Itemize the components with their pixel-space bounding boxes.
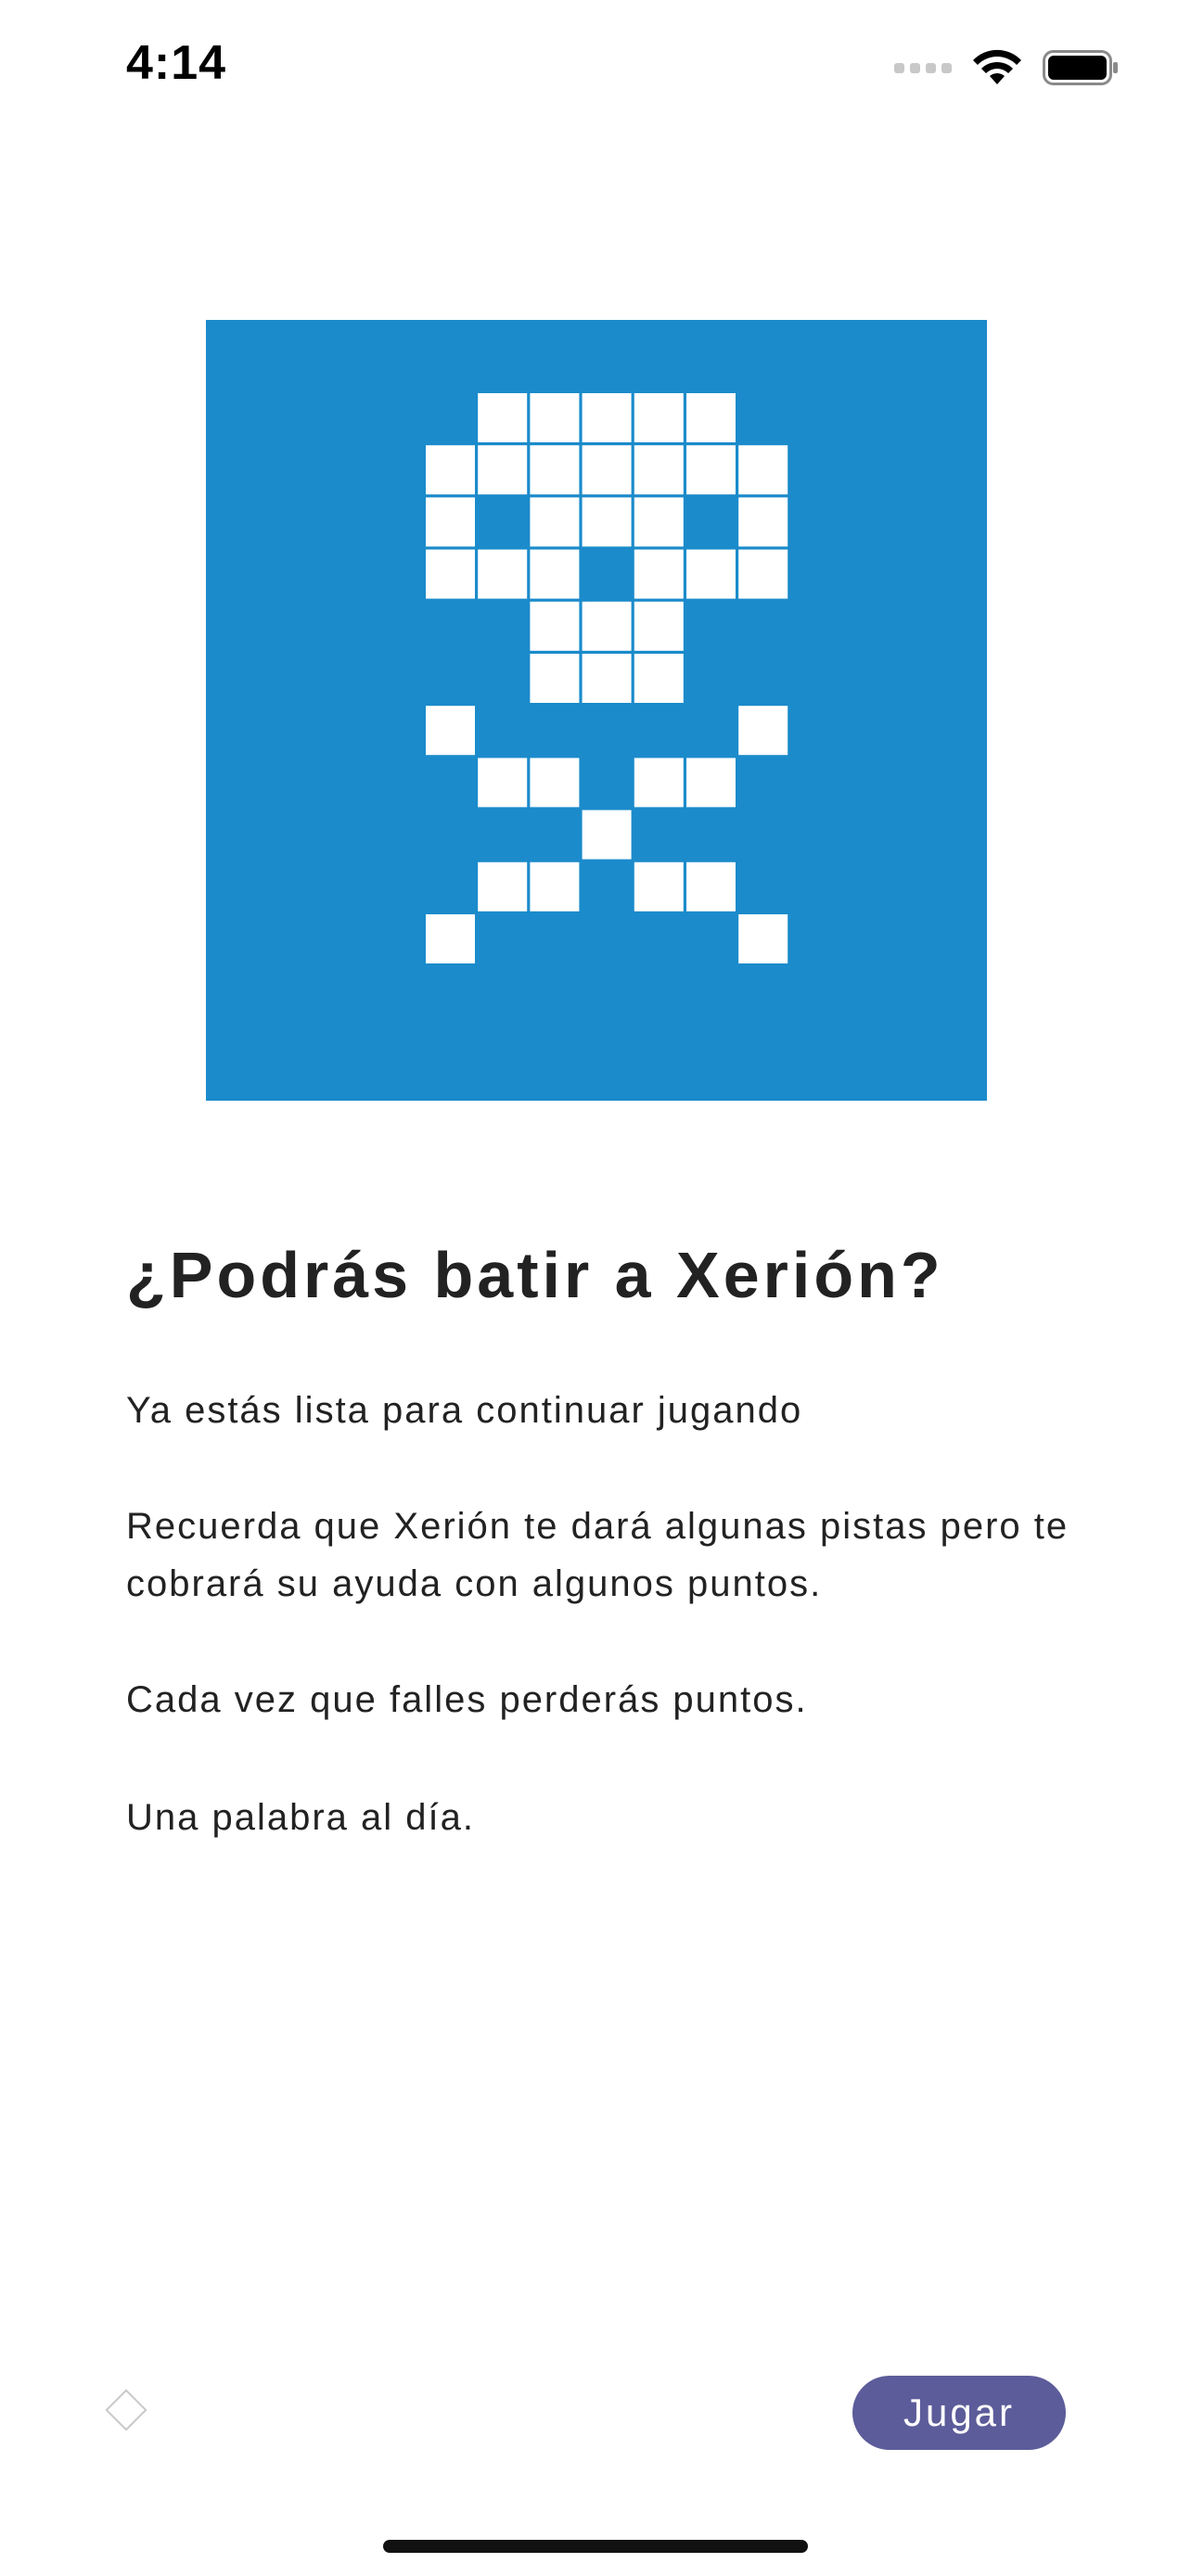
page-title: ¿Podrás batir a Xerión? — [126, 1239, 944, 1311]
skull-pixel — [634, 654, 684, 703]
status-bar: 4:14 — [0, 0, 1191, 139]
skull-pixel — [738, 445, 788, 495]
skull-pixel — [686, 861, 736, 912]
skull-pixel — [738, 914, 788, 963]
skull-pixel — [582, 601, 632, 651]
battery-icon — [1043, 50, 1118, 85]
skull-pixel — [582, 810, 632, 860]
skull-pixel — [478, 393, 528, 442]
skull-pixel — [582, 654, 632, 703]
skull-pixel — [478, 861, 528, 912]
skull-pixel — [530, 601, 580, 651]
skull-pixel — [530, 861, 580, 912]
skull-pixel — [478, 549, 528, 599]
skull-pixel — [478, 758, 528, 808]
skull-pixel — [738, 497, 788, 547]
skull-pixel — [478, 445, 528, 495]
skull-pixel — [530, 758, 580, 808]
skull-pixel — [634, 549, 684, 599]
status-time: 4:14 — [126, 36, 227, 90]
diamond-outline-icon[interactable] — [105, 2389, 147, 2431]
skull-pixel — [634, 758, 684, 808]
skull-pixel — [426, 549, 475, 599]
skull-pixel — [530, 654, 580, 703]
skull-pixel — [738, 549, 788, 599]
skull-pixel — [426, 706, 475, 756]
skull-pixel — [530, 445, 580, 495]
skull-pixel — [530, 549, 580, 599]
skull-pixel — [582, 497, 632, 547]
skull-pixel — [582, 445, 632, 495]
cellular-signal-icon — [894, 62, 952, 73]
skull-pixel — [686, 758, 736, 808]
skull-pixel — [634, 497, 684, 547]
skull-pixel — [634, 861, 684, 912]
skull-pixel — [634, 393, 684, 442]
skull-pixel — [686, 445, 736, 495]
intro-paragraph-hints: Recuerda que Xerión te dará algunas pist… — [126, 1506, 1069, 1604]
skull-pixel — [634, 601, 684, 651]
skull-pixel — [530, 393, 580, 442]
skull-pixel — [426, 445, 475, 495]
intro-paragraph-daily: Una palabra al día. — [126, 1797, 476, 1838]
skull-pixel — [426, 497, 475, 547]
play-button[interactable]: Jugar — [852, 2376, 1066, 2450]
skull-pixel — [738, 706, 788, 756]
intro-paragraph-ready: Ya estás lista para continuar jugando — [126, 1390, 803, 1431]
skull-pixel — [686, 549, 736, 599]
skull-pixel — [582, 393, 632, 442]
hero-image — [206, 320, 987, 1101]
skull-pixel — [686, 393, 736, 442]
status-icons — [894, 46, 1119, 89]
intro-paragraph-penalty: Cada vez que falles perderás puntos. — [126, 1679, 808, 1720]
pixel-skull-crossbones-icon — [426, 393, 788, 963]
skull-pixel — [426, 914, 475, 963]
skull-pixel — [634, 445, 684, 495]
wifi-icon — [973, 49, 1021, 84]
home-indicator — [383, 2540, 808, 2553]
skull-pixel — [530, 497, 580, 547]
